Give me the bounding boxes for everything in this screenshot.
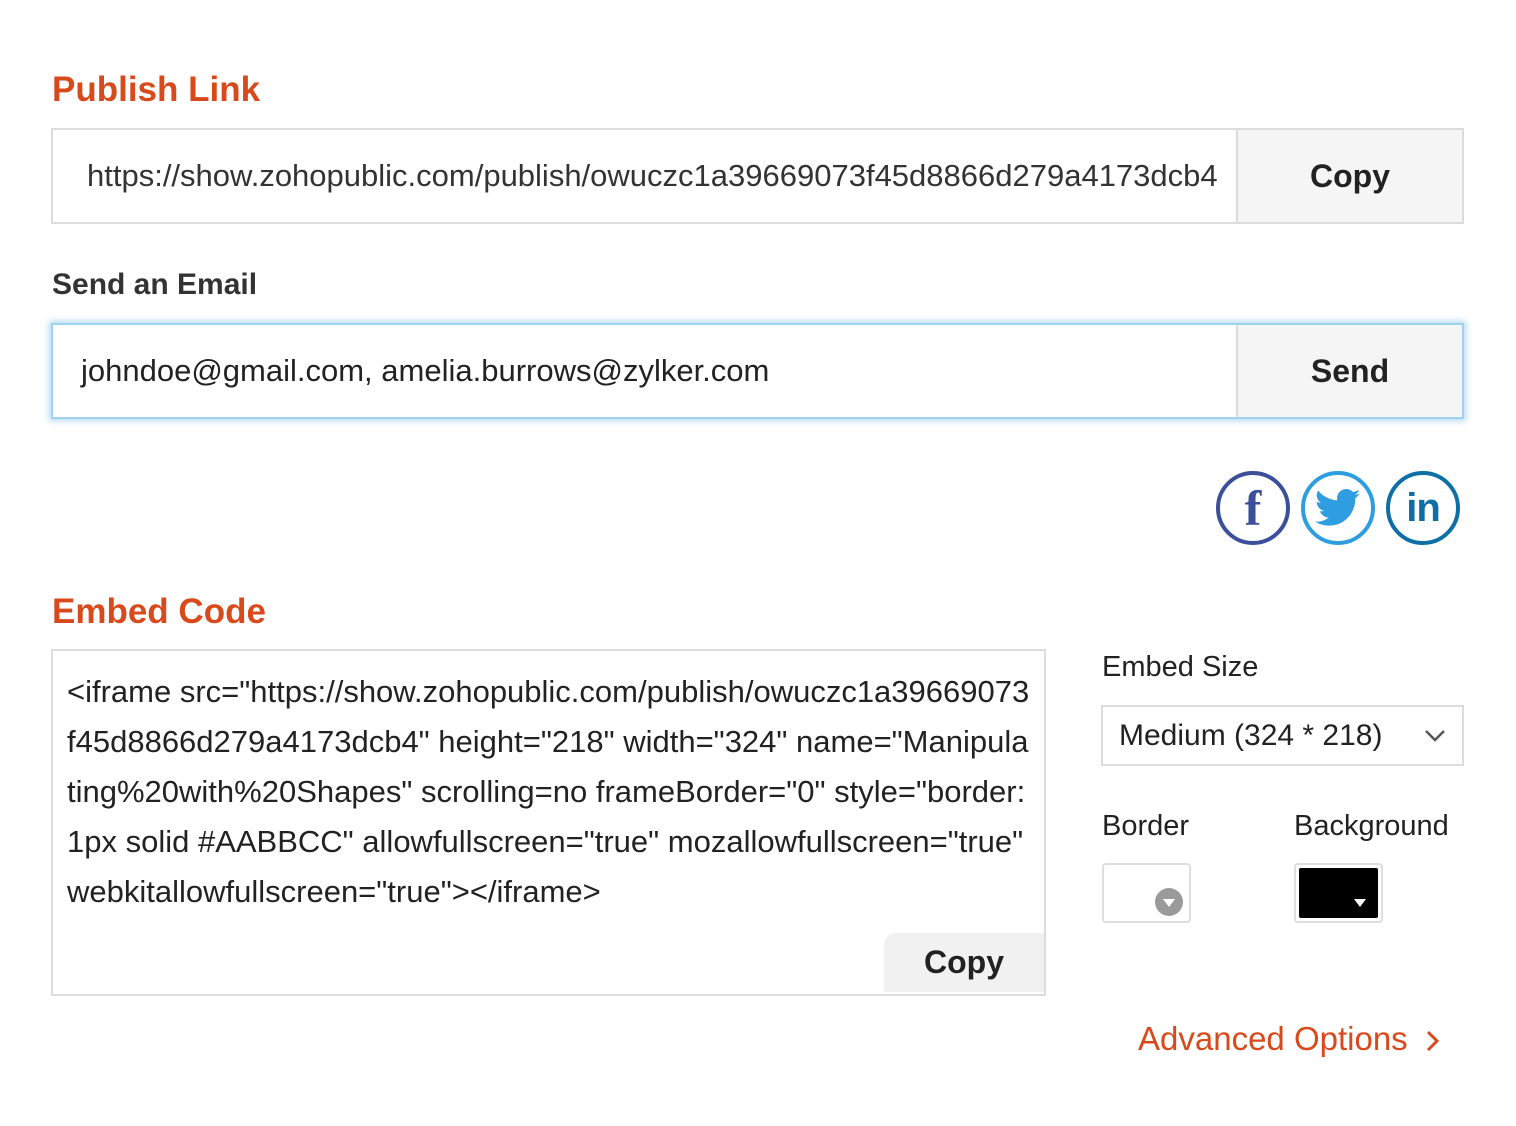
background-label: Background <box>1294 810 1449 842</box>
background-color-swatch <box>1299 868 1378 918</box>
facebook-share-button[interactable]: f <box>1216 471 1290 545</box>
embed-size-label: Embed Size <box>1102 651 1259 683</box>
twitter-icon <box>1315 489 1361 526</box>
publish-link-box: https://show.zohopublic.com/publish/owuc… <box>51 128 1464 224</box>
embed-code-title: Embed Code <box>52 592 266 631</box>
embed-size-select[interactable]: Medium (324 * 218) <box>1101 705 1464 766</box>
border-color-picker[interactable] <box>1102 863 1191 923</box>
copy-embed-button[interactable]: Copy <box>884 933 1044 992</box>
border-label: Border <box>1102 810 1190 842</box>
email-box: johndoe@gmail.com, amelia.burrows@zylker… <box>51 323 1464 419</box>
background-color-picker[interactable] <box>1294 863 1383 923</box>
embed-code-textarea[interactable]: <iframe src="https://show.zohopublic.com… <box>53 651 1044 917</box>
chevron-down-icon <box>1425 730 1445 742</box>
advanced-options-label: Advanced Options <box>1138 1020 1408 1057</box>
chevron-right-icon <box>1426 1030 1439 1052</box>
publish-link-title: Publish Link <box>52 70 261 109</box>
send-button[interactable]: Send <box>1236 325 1462 417</box>
facebook-icon: f <box>1244 480 1262 536</box>
embed-size-value: Medium (324 * 218) <box>1119 718 1383 752</box>
linkedin-icon: in <box>1406 485 1441 530</box>
dropdown-circle-icon <box>1155 888 1183 916</box>
linkedin-share-button[interactable]: in <box>1386 471 1460 545</box>
send-email-title: Send an Email <box>52 268 258 301</box>
advanced-options-link[interactable]: Advanced Options <box>1138 1020 1440 1058</box>
copy-link-button[interactable]: Copy <box>1236 130 1462 222</box>
twitter-share-button[interactable] <box>1301 471 1375 545</box>
email-input[interactable]: johndoe@gmail.com, amelia.burrows@zylker… <box>53 325 1236 417</box>
caret-down-icon <box>1354 899 1366 907</box>
publish-link-input[interactable]: https://show.zohopublic.com/publish/owuc… <box>53 130 1236 222</box>
